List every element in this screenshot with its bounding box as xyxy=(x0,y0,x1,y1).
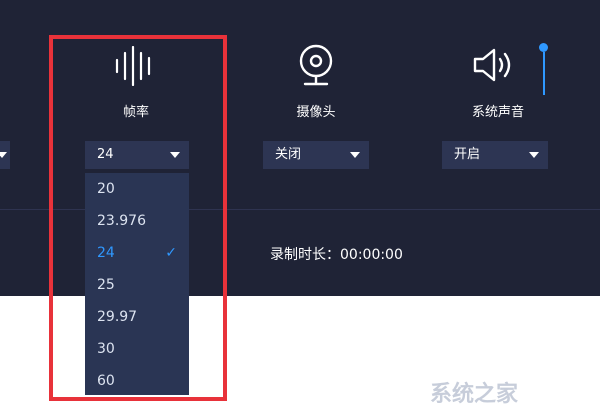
partial-left-select[interactable] xyxy=(0,141,10,169)
watermark-logo: 系统之家 xyxy=(430,376,518,408)
speaker-icon xyxy=(473,48,511,82)
camera-select[interactable]: 关闭 xyxy=(263,141,369,169)
recording-duration: 录制时长：00:00:00 xyxy=(270,247,403,263)
chevron-down-icon xyxy=(529,152,539,158)
camera-label: 摄像头 xyxy=(296,105,336,120)
system-audio-select[interactable]: 开启 xyxy=(442,141,548,169)
webcam-icon xyxy=(299,44,333,86)
watermark-text: 系统之家 xyxy=(430,382,519,407)
highlight-annotation-box xyxy=(49,35,227,401)
volume-slider-knob[interactable] xyxy=(539,43,548,52)
chevron-down-icon xyxy=(350,152,360,158)
volume-slider-track[interactable] xyxy=(543,52,545,95)
camera-select-value: 关闭 xyxy=(275,147,302,162)
system-audio-label: 系统声音 xyxy=(471,105,524,120)
chevron-down-icon xyxy=(0,152,7,158)
system-audio-select-value: 开启 xyxy=(454,147,481,162)
